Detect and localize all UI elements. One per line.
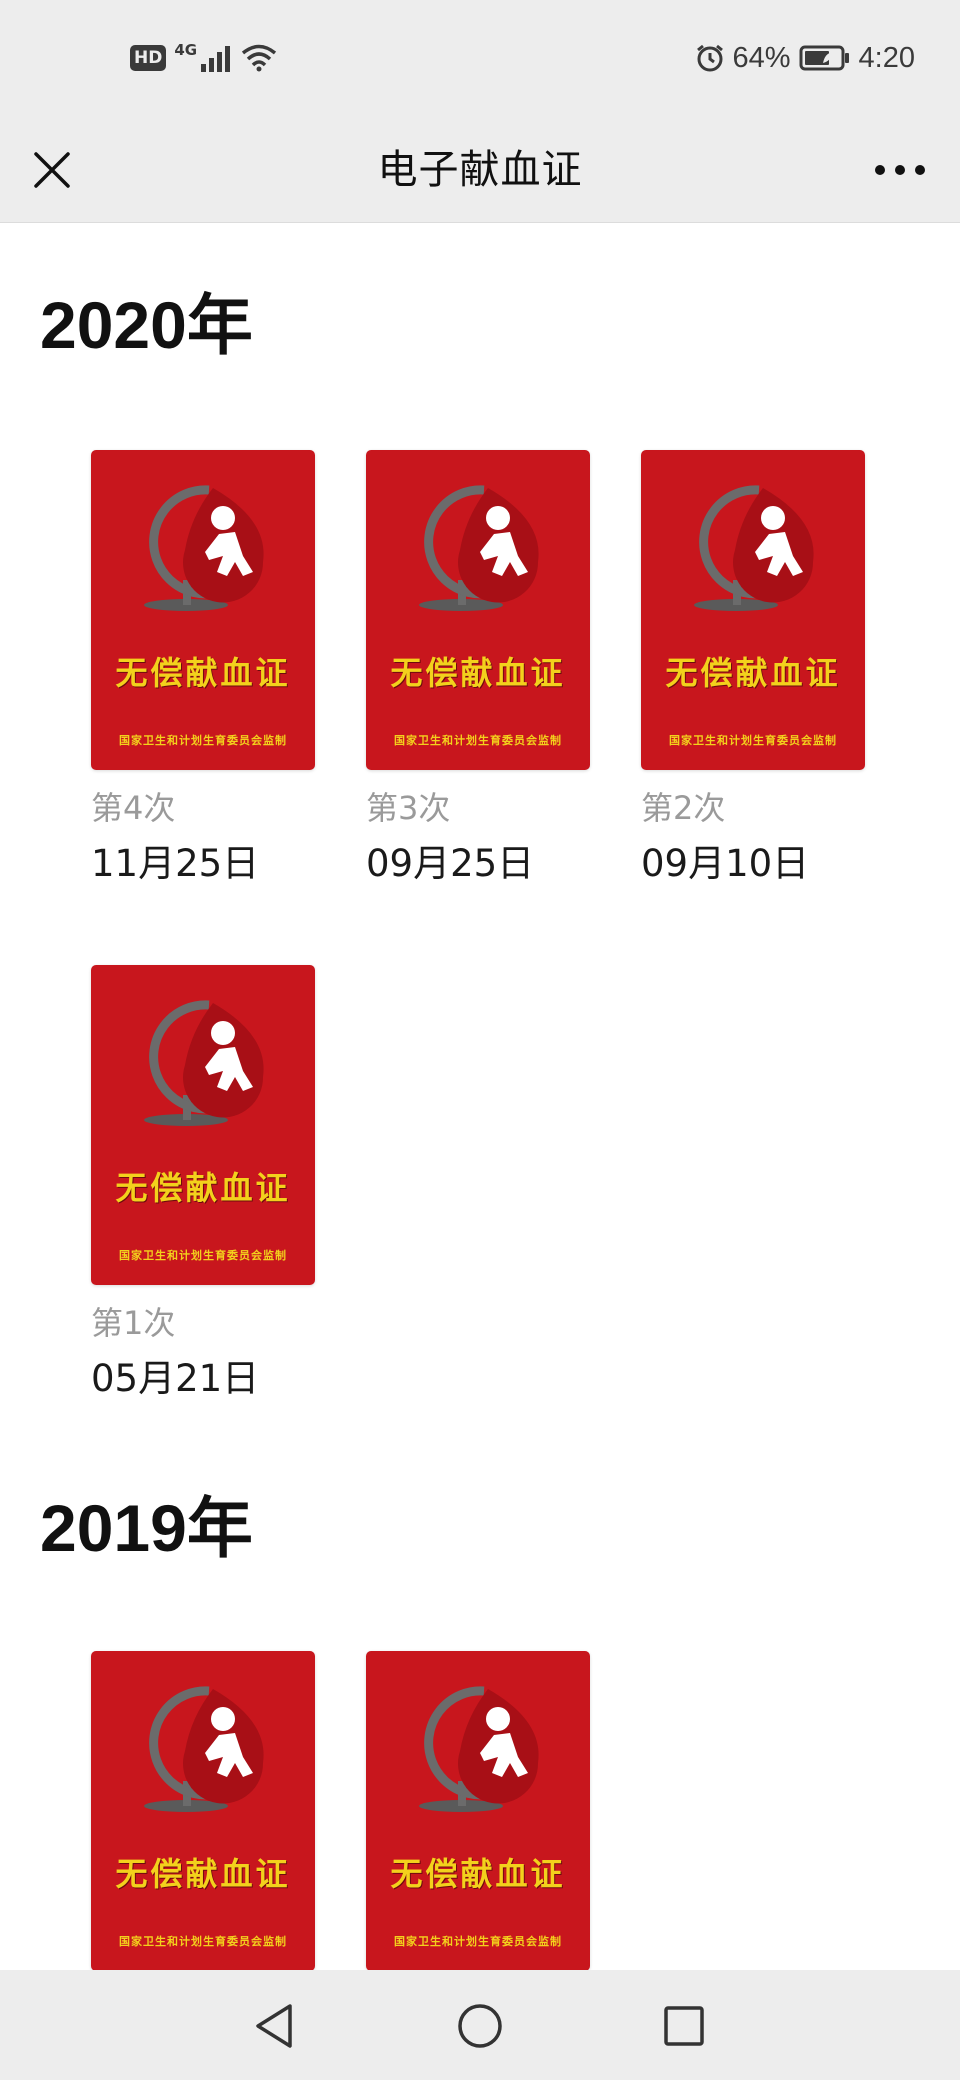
- certificate-item[interactable]: 无偿献血证 国家卫生和计划生育委员会监制: [366, 1651, 590, 1970]
- donation-date: 11月25日: [91, 842, 260, 885]
- nav-back-button[interactable]: [248, 2000, 300, 2052]
- certificate-item[interactable]: 无偿献血证 国家卫生和计划生育委员会监制 第1次 05月21日: [91, 965, 315, 1401]
- blood-donation-logo: [694, 485, 814, 611]
- blood-donation-logo: [144, 1000, 264, 1126]
- alarm-icon: [696, 44, 723, 72]
- nav-recents-icon: [664, 2006, 704, 2046]
- donation-date: 09月10日: [641, 842, 810, 885]
- certificate-card[interactable]: 无偿献血证 国家卫生和计划生育委员会监制: [641, 450, 865, 770]
- blood-donation-logo: [419, 1686, 539, 1812]
- donation-date: 09月25日: [366, 842, 535, 885]
- wifi-icon: [241, 44, 277, 72]
- card-title: 无偿献血证: [665, 654, 841, 692]
- card-footer: 国家卫生和计划生育委员会监制: [394, 734, 562, 747]
- more-icon: [875, 165, 925, 175]
- blood-donation-logo: [144, 1686, 264, 1812]
- certificate-item[interactable]: 无偿献血证 国家卫生和计划生育委员会监制 第4次 11月25日: [91, 450, 315, 886]
- card-footer: 国家卫生和计划生育委员会监制: [119, 1935, 287, 1948]
- nav-recents-button[interactable]: [658, 2000, 710, 2052]
- blood-donation-logo: [144, 485, 264, 611]
- donation-count: 第3次: [366, 789, 451, 827]
- certificate-list: 2020年 无偿献血证 国家卫生和计划生育委员会监制 第4次 11月25日 无偿…: [0, 223, 960, 1970]
- donation-count: 第4次: [91, 789, 176, 827]
- nav-home-icon: [458, 2004, 502, 2048]
- card-footer: 国家卫生和计划生育委员会监制: [119, 1249, 287, 1262]
- year-heading: 2020年: [40, 288, 253, 362]
- nav-back-icon: [256, 2004, 292, 2048]
- clock-time: 4:20: [858, 41, 915, 74]
- card-title: 无偿献血证: [115, 654, 291, 692]
- certificate-card[interactable]: 无偿献血证 国家卫生和计划生育委员会监制: [91, 450, 315, 770]
- card-title: 无偿献血证: [390, 654, 566, 692]
- status-left: HD 4G: [130, 38, 277, 78]
- status-bar: HD 4G 64% 4:20: [0, 0, 960, 118]
- certificate-card[interactable]: 无偿献血证 国家卫生和计划生育委员会监制: [91, 1651, 315, 1970]
- certificate-item[interactable]: 无偿献血证 国家卫生和计划生育委员会监制 第2次 09月10日: [641, 450, 865, 886]
- card-footer: 国家卫生和计划生育委员会监制: [669, 734, 837, 747]
- network-type: 4G: [174, 41, 198, 59]
- hd-badge: HD: [130, 45, 167, 71]
- year-heading: 2019年: [40, 1491, 253, 1565]
- nav-bar: 电子献血证: [0, 118, 960, 223]
- battery-icon: [799, 45, 849, 71]
- blood-donation-logo: [419, 485, 539, 611]
- signal-icon: [201, 46, 231, 72]
- system-navigation-bar: [0, 1970, 960, 2080]
- card-footer: 国家卫生和计划生育委员会监制: [394, 1935, 562, 1948]
- donation-count: 第1次: [91, 1304, 176, 1342]
- card-title: 无偿献血证: [390, 1855, 566, 1893]
- more-button[interactable]: [868, 146, 932, 194]
- certificate-card[interactable]: 无偿献血证 国家卫生和计划生育委员会监制: [366, 450, 590, 770]
- certificate-item[interactable]: 无偿献血证 国家卫生和计划生育委员会监制: [91, 1651, 315, 1970]
- certificate-item[interactable]: 无偿献血证 国家卫生和计划生育委员会监制 第3次 09月25日: [366, 450, 590, 886]
- certificate-card[interactable]: 无偿献血证 国家卫生和计划生育委员会监制: [91, 965, 315, 1285]
- card-footer: 国家卫生和计划生育委员会监制: [119, 734, 287, 747]
- donation-count: 第2次: [641, 789, 726, 827]
- nav-home-button[interactable]: [454, 2000, 506, 2052]
- page-title: 电子献血证: [377, 147, 583, 193]
- card-title: 无偿献血证: [115, 1169, 291, 1207]
- certificate-card[interactable]: 无偿献血证 国家卫生和计划生育委员会监制: [366, 1651, 590, 1970]
- battery-percent: 64%: [732, 41, 791, 74]
- card-title: 无偿献血证: [115, 1855, 291, 1893]
- donation-date: 05月21日: [91, 1357, 260, 1400]
- status-right: 64% 4:20: [695, 38, 915, 78]
